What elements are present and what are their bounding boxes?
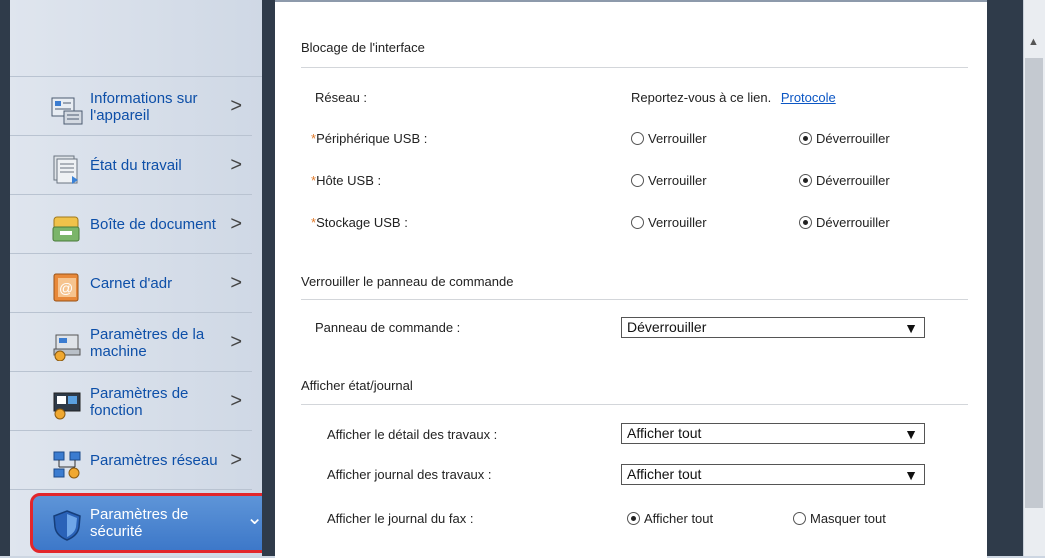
chevron-down-icon: ▼ [904,467,918,483]
machine-settings-icon [50,325,88,361]
main-content: Blocage de l'interface Réseau : Reportez… [275,0,987,558]
chevron-right-icon: > [230,95,242,117]
usb-storage-unlock-radio[interactable]: Déverrouiller [799,215,890,230]
radio-label: Verrouiller [648,215,707,230]
device-info-icon [50,89,88,125]
radio-circle [631,216,644,229]
sidebar-item-label: État du travail [90,157,182,174]
radio-label: Déverrouiller [816,173,890,188]
function-settings-icon [50,384,88,420]
radio-label: Déverrouiller [816,215,890,230]
network-text: Reportez-vous à ce lien. Protocole [631,90,836,105]
select-value: Afficher tout [627,425,702,441]
sidebar-item-label: Paramètres réseau [90,452,218,469]
sidebar-item-document-box[interactable]: Boîte de document > [10,196,252,254]
scroll-up-arrow-icon[interactable]: ▲ [1028,36,1039,48]
sidebar-item-label: Paramètres de sécurité [90,506,189,540]
network-text-label: Reportez-vous à ce lien. [631,90,772,105]
network-settings-icon [50,443,88,479]
scrollbar-thumb[interactable] [1025,58,1043,508]
radio-circle [627,512,640,525]
chevron-down-icon: ▼ [904,320,918,336]
usb-host-lock-radio[interactable]: Verrouiller [631,173,707,188]
sidebar-item-job-status[interactable]: État du travail > [10,137,252,195]
panel-label: Panneau de commande : [315,320,461,335]
usb-device-unlock-radio[interactable]: Déverrouiller [799,131,890,146]
radio-circle [793,512,806,525]
usb-host-row-label: *Hôte USB : [311,173,381,188]
usb-storage-label: Stockage USB : [316,215,408,230]
chevron-right-icon: > [230,272,242,294]
sidebar-item-security-settings[interactable]: Paramètres de sécurité ⌄ [30,493,276,553]
job-detail-select[interactable]: Afficher tout ▼ [621,423,925,444]
radio-label: Verrouiller [648,131,707,146]
sidebar-item-machine-settings[interactable]: Paramètres de la machine > [10,314,252,372]
svg-text:@: @ [59,280,73,296]
section-title-panel-lock: Verrouiller le panneau de commande [301,274,514,289]
job-detail-label: Afficher le détail des travaux : [327,427,498,442]
fax-show-all-radio[interactable]: Afficher tout [627,511,713,526]
radio-label: Déverrouiller [816,131,890,146]
sidebar-top-area [10,0,262,77]
sidebar: Informations sur l'appareil > État du tr… [10,0,276,556]
chevron-right-icon: > [230,449,242,471]
panel-lock-select[interactable]: Déverrouiller ▼ [621,317,925,338]
radio-label: Afficher tout [644,511,714,526]
usb-device-row-label: *Périphérique USB : [311,131,427,146]
sidebar-item-label: Paramètres de la machine [90,325,205,360]
radio-label: Verrouiller [648,173,707,188]
chevron-right-icon: > [230,331,242,353]
sidebar-item-label: Informations sur l'appareil [90,89,198,124]
usb-device-lock-radio[interactable]: Verrouiller [631,131,707,146]
chevron-right-icon: > [230,213,242,235]
usb-storage-lock-radio[interactable]: Verrouiller [631,215,707,230]
section-divider [301,299,968,300]
protocol-link[interactable]: Protocole [781,90,836,105]
usb-storage-row-label: *Stockage USB : [311,215,408,230]
chevron-down-icon: ⌄ [246,507,263,529]
window-frame-right [987,0,1023,556]
usb-host-label: Hôte USB : [316,173,382,188]
radio-circle [799,132,812,145]
chevron-right-icon: > [230,154,242,176]
content-frame-left [262,0,275,556]
chevron-right-icon: > [230,390,242,412]
radio-label: Masquer tout [810,511,886,526]
document-box-icon [50,207,88,243]
section-divider [301,404,968,405]
usb-host-unlock-radio[interactable]: Déverrouiller [799,173,890,188]
radio-circle [799,216,812,229]
chevron-down-icon: ▼ [904,426,918,442]
job-log-select[interactable]: Afficher tout ▼ [621,464,925,485]
select-value: Déverrouiller [627,319,707,335]
section-divider [301,67,968,68]
sidebar-item-label: Boîte de document [90,216,216,233]
section-title-interface-lock: Blocage de l'interface [301,40,425,55]
radio-circle [799,174,812,187]
address-book-icon: @ [50,266,88,302]
window-frame-left [0,0,10,556]
usb-device-label: Périphérique USB : [316,131,428,146]
sidebar-item-address-book[interactable]: @ Carnet d'adr > [10,255,252,313]
sidebar-item-label: Paramètres de fonction [90,384,189,419]
fax-log-label: Afficher le journal du fax : [327,511,474,526]
network-label: Réseau : [315,90,368,105]
job-status-icon [50,148,88,184]
fax-hide-all-radio[interactable]: Masquer tout [793,511,886,526]
job-log-label: Afficher journal des travaux : [327,467,492,482]
sidebar-item-network-settings[interactable]: Paramètres réseau > [10,432,252,490]
security-shield-icon [50,505,88,541]
select-value: Afficher tout [627,466,702,482]
radio-circle [631,174,644,187]
sidebar-item-function-settings[interactable]: Paramètres de fonction > [10,373,252,431]
section-title-status-log: Afficher état/journal [301,378,413,393]
sidebar-item-device-info[interactable]: Informations sur l'appareil > [10,78,252,136]
radio-circle [631,132,644,145]
sidebar-item-label: Carnet d'adr [90,275,173,292]
